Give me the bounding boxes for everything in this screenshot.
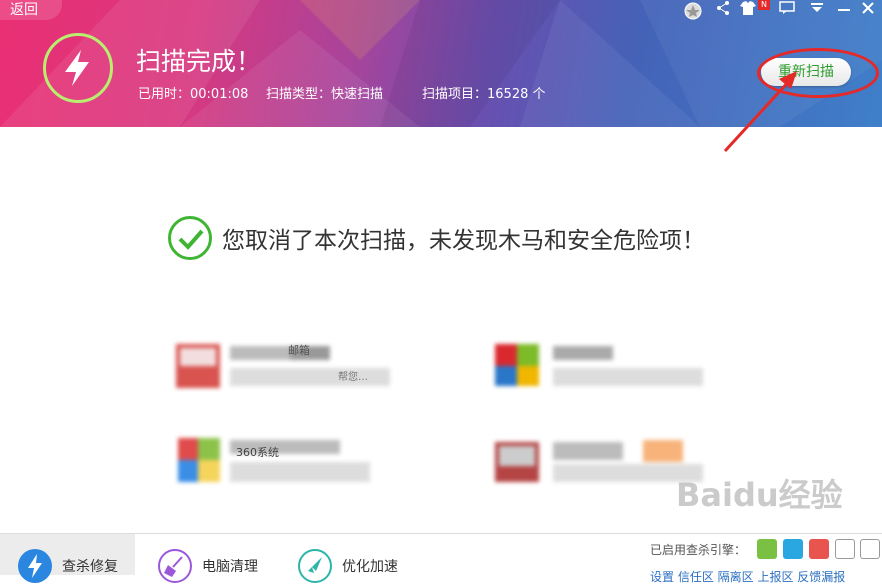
mail-app-icon bbox=[176, 344, 390, 388]
scan-result-message: 您取消了本次扫描，未发现木马和安全危险项！ bbox=[168, 216, 705, 260]
engine-icon-2[interactable] bbox=[783, 539, 803, 559]
shirt-icon[interactable] bbox=[736, 0, 760, 20]
message-icon[interactable] bbox=[775, 0, 799, 20]
app-tile-icon bbox=[495, 344, 703, 386]
scan-status-icon bbox=[43, 33, 113, 103]
engine-icon-5[interactable] bbox=[860, 539, 880, 559]
check-icon bbox=[168, 216, 212, 260]
tab-scan-repair[interactable]: 查杀修复 bbox=[0, 534, 135, 583]
engines-label: 已启用查杀引擎： bbox=[650, 543, 747, 557]
new-badge: N bbox=[758, 0, 770, 10]
tab-label: 优化加速 bbox=[342, 558, 398, 575]
scan-items-count: 扫描项目：16528 个 bbox=[422, 87, 546, 102]
lightning-icon bbox=[18, 548, 52, 583]
tab-cleanup[interactable]: 电脑清理 bbox=[140, 534, 275, 583]
tab-label: 查杀修复 bbox=[62, 558, 118, 575]
promo-desc: 帮您… bbox=[338, 372, 368, 383]
engine-icon-3[interactable] bbox=[809, 539, 829, 559]
share-icon[interactable] bbox=[711, 0, 735, 20]
minimize-icon[interactable] bbox=[832, 0, 856, 20]
back-button[interactable]: 返回 bbox=[0, 0, 62, 20]
settings-links[interactable]: 设置 信任区 隔离区 上报区 反馈漏报 bbox=[650, 568, 845, 585]
engine-icon-1[interactable] bbox=[757, 539, 777, 559]
system-app-icon bbox=[178, 438, 370, 482]
scan-type: 扫描类型：快速扫描 bbox=[266, 87, 384, 102]
annotation-arrow bbox=[723, 71, 797, 153]
lightning-icon bbox=[65, 50, 89, 86]
watermark: Baidu经验 bbox=[676, 476, 843, 514]
promo-tile-2[interactable] bbox=[493, 340, 713, 392]
tab-speedup[interactable]: 优化加速 bbox=[280, 534, 415, 583]
close-icon[interactable] bbox=[856, 0, 880, 20]
tab-label: 电脑清理 bbox=[202, 558, 258, 575]
engine-icon-4[interactable] bbox=[835, 539, 855, 559]
result-text: 您取消了本次扫描，未发现木马和安全危险项！ bbox=[222, 228, 705, 254]
rocket-icon bbox=[298, 548, 332, 583]
skin-icon[interactable] bbox=[681, 0, 705, 20]
broom-icon bbox=[158, 548, 192, 583]
promo-label: 邮箱 bbox=[288, 344, 310, 357]
page-title: 扫描完成！ bbox=[136, 47, 262, 76]
promo-tile-system[interactable]: 360系统 bbox=[170, 436, 390, 488]
elapsed-time: 已用时：00:01:08 bbox=[138, 87, 249, 102]
promo-tile-mail[interactable]: 邮箱 帮您… bbox=[170, 340, 390, 392]
promo-label: 360系统 bbox=[236, 446, 279, 459]
menu-dropdown-icon[interactable] bbox=[805, 0, 829, 20]
